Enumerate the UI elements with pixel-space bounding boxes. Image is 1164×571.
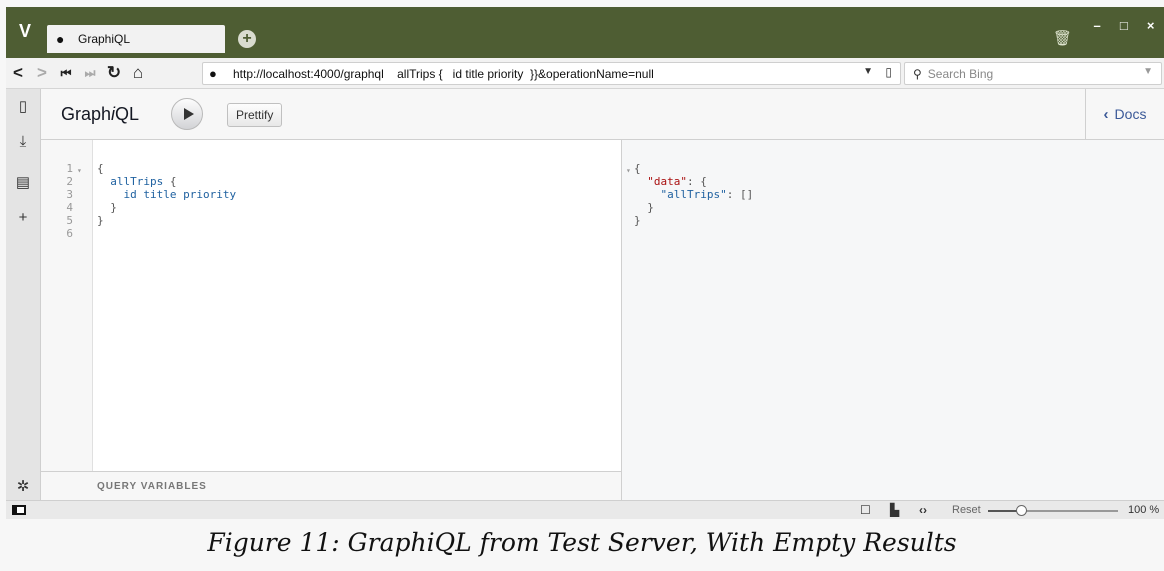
panel-toggle-icon[interactable]	[12, 505, 26, 515]
rewind-icon[interactable]: ⏮	[54, 66, 78, 81]
line-number: 4	[66, 201, 73, 214]
query-editor[interactable]: 1 ▾ {2 allTrips { 3 id title priority 4 } 5} 6…	[41, 140, 622, 500]
figure-caption: Figure 11: GraphiQL from Test Server, Wi…	[207, 528, 957, 557]
tab-bar: V ● GraphiQL + 🗑 – □ ×	[6, 7, 1164, 58]
graphiql-toolbar: GraphiQL Prettify ‹ Docs	[41, 89, 1164, 140]
navigation-bar: < > ⏮ ⏭ ↻ ⌂ ● http://localhost:4000/grap…	[6, 58, 1164, 89]
url-dropdown-icon[interactable]: ▼	[863, 66, 873, 77]
window-controls: – □ ×	[1084, 11, 1164, 41]
line-number: 2	[66, 175, 73, 188]
search-field[interactable]: ⚲ Search Bing ▼	[904, 62, 1162, 85]
tab-title: GraphiQL	[78, 32, 131, 46]
fold-arrow-icon[interactable]: ▾	[626, 164, 631, 177]
back-icon[interactable]: <	[6, 63, 30, 83]
line-number: 6	[66, 227, 73, 240]
query-code-line: {	[97, 162, 104, 175]
docs-button[interactable]: ‹ Docs	[1085, 89, 1164, 139]
site-info-globe-icon[interactable]: ●	[209, 66, 223, 81]
line-number: 5	[66, 214, 73, 227]
result-code-line: }	[634, 214, 641, 227]
zoom-slider-handle[interactable]	[1016, 505, 1027, 516]
image-toggle-icon[interactable]: ▙	[890, 503, 899, 517]
result-code-line: }	[634, 201, 654, 214]
line-number: 1	[66, 162, 73, 175]
downloads-icon[interactable]: ⤓	[6, 133, 40, 150]
forward-icon[interactable]: >	[30, 63, 54, 83]
minimize-icon[interactable]: –	[1094, 11, 1101, 41]
close-icon[interactable]: ×	[1147, 11, 1155, 41]
fold-arrow-icon[interactable]: ▾	[77, 164, 82, 177]
result-code-line: {	[634, 162, 641, 175]
query-code-line: id title priority	[123, 188, 237, 201]
result-code-line: "data": {	[647, 175, 707, 188]
search-icon[interactable]: ⚲	[913, 67, 922, 81]
execute-query-button[interactable]	[171, 98, 203, 130]
query-variables-bar[interactable]: QUERY VARIABLES	[41, 471, 621, 500]
search-placeholder: Search Bing	[927, 66, 994, 81]
home-icon[interactable]: ⌂	[126, 63, 150, 83]
add-panel-icon[interactable]: +	[6, 209, 40, 226]
vivaldi-logo-icon[interactable]: V	[6, 20, 44, 42]
prettify-button[interactable]: Prettify	[227, 103, 283, 127]
status-bar: ☐ ▙ ‹› Reset 100 %	[6, 500, 1164, 519]
trash-icon[interactable]: 🗑	[1053, 29, 1072, 47]
docs-label: Docs	[1114, 106, 1147, 122]
search-dropdown-icon[interactable]: ▼	[1143, 66, 1153, 77]
url-text[interactable]: http://localhost:4000/graphql allTrips {…	[233, 67, 654, 81]
side-panel: ▯ ⤓ ▤ + ✲	[6, 89, 41, 500]
zoom-slider[interactable]	[988, 505, 1118, 516]
chevron-left-icon: ‹	[1103, 105, 1109, 123]
address-bar[interactable]: ● http://localhost:4000/graphql allTrips…	[202, 62, 901, 85]
tile-window-icon[interactable]: ☐	[860, 503, 871, 517]
fast-forward-icon[interactable]: ⏭	[78, 66, 102, 81]
browser-window: V ● GraphiQL + 🗑 – □ × < > ⏮ ⏭ ↻ ⌂ ● htt…	[6, 7, 1164, 519]
notes-icon[interactable]: ▤	[6, 173, 40, 191]
zoom-level: 100 %	[1128, 504, 1160, 516]
tab-graphiql[interactable]: ● GraphiQL	[47, 25, 225, 53]
query-variables-label: QUERY VARIABLES	[97, 481, 207, 492]
bookmarks-icon[interactable]: ▯	[6, 97, 40, 115]
result-code-line: "allTrips": []	[660, 188, 754, 201]
query-code-line: }	[97, 214, 104, 227]
reload-icon[interactable]: ↻	[102, 63, 126, 83]
maximize-icon[interactable]: □	[1120, 11, 1128, 41]
graphiql-title: GraphiQL	[61, 104, 140, 124]
globe-icon: ●	[56, 31, 65, 47]
query-code-line: allTrips {	[110, 175, 177, 188]
query-code-line: }	[110, 201, 117, 214]
result-viewer: ▾{ "data": { "allTrips": [] }}	[622, 140, 1164, 500]
zoom-reset-button[interactable]: Reset	[952, 504, 981, 516]
bookmark-page-icon[interactable]: ▯	[885, 65, 892, 79]
settings-icon[interactable]: ✲	[6, 477, 40, 495]
graphiql-app: GraphiQL Prettify ‹ Docs 1 ▾{2 allTrips {…	[41, 89, 1164, 500]
page-actions-icon[interactable]: ‹›	[919, 503, 927, 517]
line-number: 3	[66, 188, 73, 201]
play-icon	[183, 108, 194, 120]
new-tab-plus-icon[interactable]: +	[238, 30, 256, 48]
